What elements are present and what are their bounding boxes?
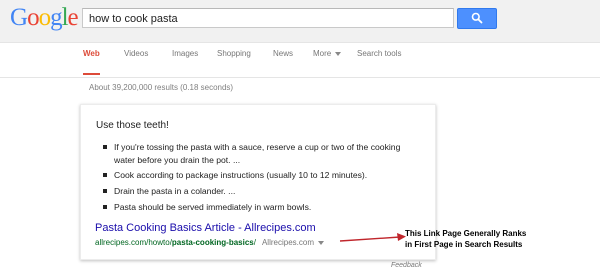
feedback-link[interactable]: Feedback: [391, 262, 422, 269]
list-item: Cook according to package instructions (…: [103, 169, 423, 182]
annotation-text: This Link Page Generally Ranks in First …: [405, 228, 600, 250]
result-source: Allrecipes.com: [261, 238, 314, 247]
tab-more[interactable]: More: [313, 43, 342, 77]
annotation-line-2: in First Page in Search Results: [405, 240, 523, 249]
result-url: allrecipes.com/howto/pasta-cooking-basic…: [95, 238, 324, 247]
search-button[interactable]: [457, 8, 497, 29]
logo-letter-g: G: [10, 4, 28, 31]
result-url-bold: pasta-cooking-basics: [171, 238, 254, 247]
annotation-arrow: [339, 233, 406, 242]
logo-letter-g2: g: [50, 4, 62, 31]
results-stats: About 39,200,000 results (0.18 seconds): [89, 83, 234, 92]
answer-bullets: If you're tossing the pasta with a sauce…: [103, 141, 423, 217]
search-tabs: Web Videos Images Shopping News More Sea…: [0, 43, 600, 78]
search-input[interactable]: how to cook pasta: [82, 8, 454, 28]
logo-letter-o2: o: [38, 4, 51, 31]
tab-shopping[interactable]: Shopping: [217, 43, 251, 77]
logo-letter-o1: o: [27, 4, 39, 31]
chevron-down-icon: [335, 51, 342, 56]
tab-images[interactable]: Images: [172, 43, 198, 77]
list-item: Drain the pasta in a colander. ...: [103, 185, 423, 198]
annotation-line-1: This Link Page Generally Ranks: [405, 229, 527, 238]
magnifier-icon: [471, 12, 483, 24]
result-url-prefix: allrecipes.com/howto/: [95, 238, 172, 247]
list-item: Pasta should be served immediately in wa…: [103, 201, 423, 214]
tab-web[interactable]: Web: [83, 43, 100, 75]
answer-title: Use those teeth!: [96, 120, 169, 131]
chevron-down-icon[interactable]: [317, 240, 324, 245]
tab-search-tools[interactable]: Search tools: [357, 43, 401, 77]
google-logo[interactable]: Google: [10, 3, 79, 33]
list-item: If you're tossing the pasta with a sauce…: [103, 141, 423, 166]
logo-letter-e: e: [67, 4, 79, 31]
result-title-link[interactable]: Pasta Cooking Basics Article - Allrecipe…: [95, 222, 316, 234]
result-url-suffix: /: [253, 238, 256, 247]
tab-news[interactable]: News: [273, 43, 293, 77]
tab-videos[interactable]: Videos: [124, 43, 148, 77]
header-bar: Google how to cook pasta: [0, 0, 600, 43]
tab-more-label: More: [313, 49, 332, 58]
